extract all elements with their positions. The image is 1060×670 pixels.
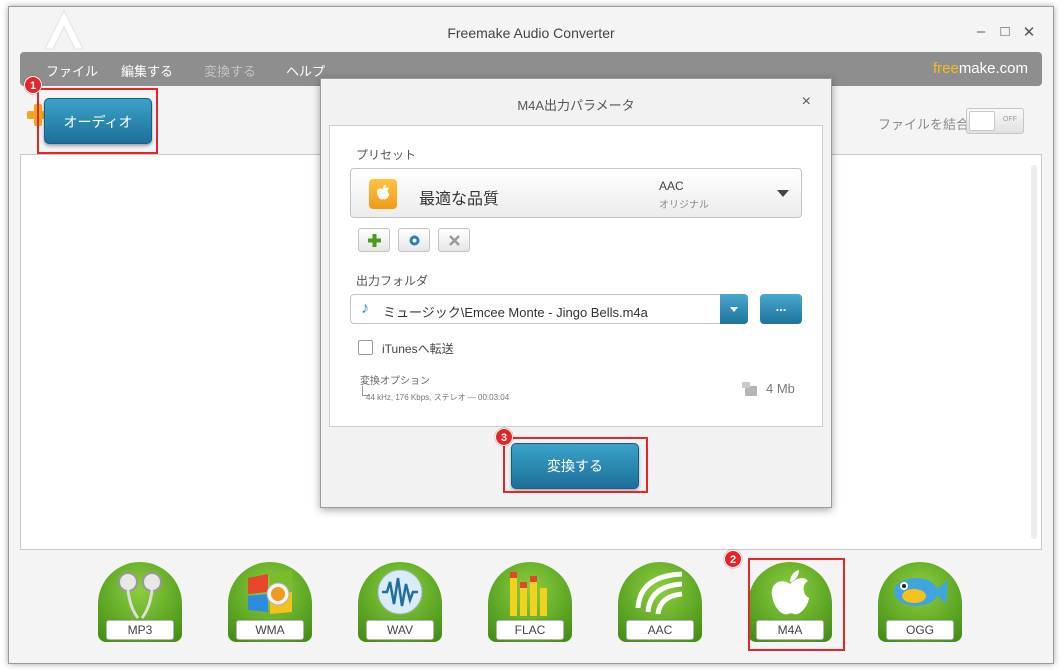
menu-convert[interactable]: 変換する [204, 61, 256, 80]
equalizer-icon [510, 572, 547, 616]
format-wma-button[interactable]: WMA [228, 562, 312, 646]
output-folder-value: ミュージック\Emcee Monte - Jingo Bells.m4a [383, 305, 648, 320]
preset-subtitle: オリジナル [659, 200, 709, 211]
format-flac-button[interactable]: FLAC [488, 562, 572, 646]
delete-preset-button[interactable] [438, 228, 470, 252]
format-label: OGG [886, 620, 954, 640]
step-badge-3: 3 [495, 428, 513, 446]
format-label: MP3 [106, 620, 174, 640]
toggle-state: OFF [1003, 116, 1017, 123]
gear-icon [409, 235, 420, 246]
apple-preset-icon [369, 179, 397, 209]
add-preset-button[interactable] [358, 228, 390, 252]
step-badge-2: 2 [724, 550, 742, 568]
preset-label: プリセット [356, 148, 417, 162]
format-ogg-button[interactable]: OGG [878, 562, 962, 646]
output-folder-label: 出力フォルダ [356, 274, 429, 288]
file-size-icon [742, 382, 757, 396]
conversion-options-detail: 44 kHz, 176 Kbps, ステレオ — 00:03:04 [366, 393, 510, 402]
output-folder-field[interactable]: ♪ ミュージック\Emcee Monte - Jingo Bells.m4a [350, 294, 748, 324]
windows-media-icon [248, 570, 292, 614]
vertical-scrollbar[interactable] [1031, 165, 1037, 539]
window-title: Freemake Audio Converter [447, 25, 615, 41]
merge-files-label: ファイルを結合 [878, 117, 970, 132]
edit-preset-button[interactable] [398, 228, 430, 252]
chevron-down-icon [777, 190, 789, 197]
close-button[interactable]: ✕ [1019, 23, 1039, 41]
conversion-options-title: 変換オプション [360, 376, 430, 387]
format-label: FLAC [496, 620, 564, 640]
brand-link[interactable]: freemake.com [933, 60, 1028, 77]
format-label: WMA [236, 620, 304, 640]
menu-edit[interactable]: 編集する [121, 61, 173, 80]
maximize-button[interactable]: □ [995, 23, 1015, 40]
preset-name: 最適な品質 [419, 191, 500, 208]
dialog-settings-panel: プリセット 最適な品質 AAC オリジナル 出力フォルダ ♪ ミュージック\Em… [329, 125, 823, 427]
menu-file[interactable]: ファイル [46, 61, 98, 80]
toggle-knob [969, 111, 995, 131]
waveform-icon [377, 569, 423, 615]
highlight-box-2 [748, 558, 845, 651]
format-mp3-button[interactable]: MP3 [98, 562, 182, 646]
highlight-box-3 [503, 437, 648, 493]
dialog-title: M4A出力パラメータ [517, 98, 635, 113]
earphones-icon [118, 572, 162, 619]
preset-codec: AAC [659, 179, 684, 193]
highlight-box-1 [37, 88, 158, 154]
apple-icon [376, 184, 390, 200]
format-aac-button[interactable]: AAC [618, 562, 702, 646]
itunes-label: iTunesへ転送 [382, 342, 454, 356]
format-label: AAC [626, 620, 694, 640]
brand-rest: make.com [958, 60, 1028, 77]
plus-icon [368, 234, 381, 247]
fish-icon [894, 578, 948, 606]
step-badge-1: 1 [24, 76, 42, 94]
aac-waves-icon [635, 571, 683, 615]
format-wav-button[interactable]: WAV [358, 562, 442, 646]
delete-icon [449, 235, 460, 246]
output-size: 4 Mb [766, 381, 795, 396]
brand-free: free [932, 60, 959, 77]
music-note-icon: ♪ [361, 300, 369, 317]
format-label: WAV [366, 620, 434, 640]
dialog-close-button[interactable]: × [802, 93, 811, 111]
minimize-button[interactable]: – [971, 23, 991, 40]
browse-button[interactable]: ... [760, 294, 802, 324]
preset-dropdown[interactable]: 最適な品質 AAC オリジナル [350, 168, 802, 218]
merge-files-toggle[interactable]: OFF [966, 108, 1024, 134]
folder-dropdown-button[interactable] [720, 294, 748, 324]
itunes-checkbox[interactable] [358, 340, 373, 355]
